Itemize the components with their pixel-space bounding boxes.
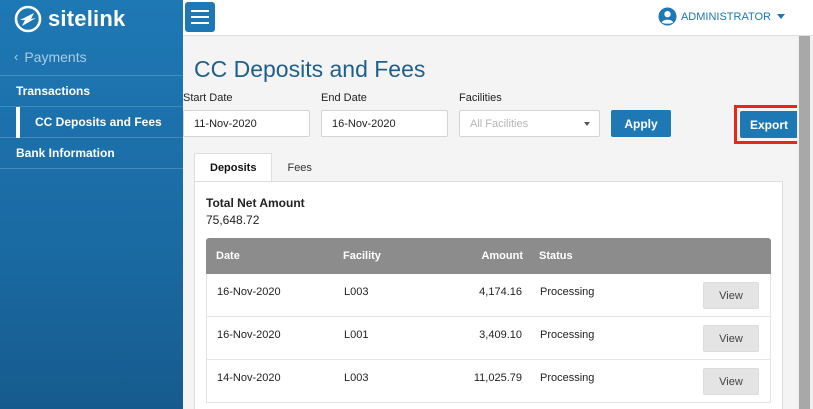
cell-facility: L003	[344, 286, 369, 298]
sidebar-item-label: Transactions	[16, 84, 91, 98]
sitelink-logo-icon	[14, 5, 42, 33]
start-date-input[interactable]: 11-Nov-2020	[183, 110, 310, 137]
facilities-select[interactable]: All Facilities	[459, 110, 600, 137]
apply-button[interactable]: Apply	[611, 110, 671, 137]
brand-name: sitelink	[48, 6, 126, 31]
cell-facility: L003	[344, 372, 369, 384]
deposits-table: Date Facility Amount Status 16-Nov-2020 …	[206, 238, 771, 403]
end-date-value: 16-Nov-2020	[332, 117, 396, 130]
start-date-value: 11-Nov-2020	[194, 117, 257, 130]
export-button[interactable]: Export	[740, 111, 798, 138]
sidebar: sitelink ‹ Payments Transactions CC Depo…	[0, 0, 183, 409]
vertical-scrollbar[interactable]	[797, 36, 813, 409]
end-date-input[interactable]: 16-Nov-2020	[321, 110, 448, 137]
total-net-amount-label: Total Net Amount	[206, 196, 305, 210]
cell-amount: 11,025.79	[473, 372, 522, 384]
cell-date: 16-Nov-2020	[217, 286, 281, 298]
deposits-panel: Total Net Amount 75,648.72 Date Facility…	[194, 181, 783, 409]
cell-facility: L001	[344, 329, 369, 341]
table-row: 16-Nov-2020 L003 4,174.16 Processing Vie…	[206, 274, 771, 317]
sidebar-back-label: Payments	[24, 48, 87, 65]
tab-deposits[interactable]: Deposits	[194, 153, 273, 182]
user-avatar-icon	[658, 7, 677, 26]
table-header: Date Facility Amount Status	[206, 238, 771, 274]
header-amount[interactable]: Amount	[481, 238, 523, 274]
cell-date: 14-Nov-2020	[217, 372, 281, 384]
tab-bar: Deposits Fees	[194, 153, 327, 182]
facilities-placeholder: All Facilities	[470, 117, 529, 130]
menu-toggle-button[interactable]	[185, 2, 215, 32]
sidebar-item-label: Bank Information	[16, 146, 115, 160]
hamburger-icon	[191, 10, 209, 12]
cell-status: Processing	[540, 286, 595, 298]
start-date-label: Start Date	[183, 92, 233, 104]
scrollbar-thumb[interactable]	[799, 36, 810, 409]
tab-fees[interactable]: Fees	[272, 153, 326, 182]
sidebar-item-cc-deposits-and-fees[interactable]: CC Deposits and Fees	[0, 107, 183, 138]
top-bar: ADMINISTRATOR	[183, 0, 813, 36]
sidebar-back-payments[interactable]: ‹ Payments	[0, 38, 183, 76]
header-date[interactable]: Date	[216, 238, 240, 274]
table-row: 14-Nov-2020 L003 11,025.79 Processing Vi…	[206, 360, 771, 403]
cell-amount: 4,174.16	[479, 286, 522, 298]
sidebar-item-bank-information[interactable]: Bank Information	[0, 138, 183, 169]
facilities-label: Facilities	[459, 92, 502, 104]
sidebar-item-transactions[interactable]: Transactions	[0, 76, 183, 107]
cell-amount: 3,409.10	[479, 329, 522, 341]
table-row: 16-Nov-2020 L001 3,409.10 Processing Vie…	[206, 317, 771, 360]
caret-down-icon	[777, 14, 785, 19]
header-status[interactable]: Status	[539, 238, 573, 274]
view-button[interactable]: View	[703, 368, 759, 395]
total-net-amount-value: 75,648.72	[206, 213, 260, 227]
sidebar-item-label: CC Deposits and Fees	[35, 115, 162, 129]
cell-status: Processing	[540, 372, 595, 384]
cell-date: 16-Nov-2020	[217, 329, 281, 341]
view-button[interactable]: View	[703, 282, 759, 309]
user-name: ADMINISTRATOR	[680, 10, 771, 23]
caret-down-icon	[584, 122, 590, 126]
page-title: CC Deposits and Fees	[194, 56, 426, 82]
user-menu[interactable]: ADMINISTRATOR	[658, 7, 785, 26]
end-date-label: End Date	[321, 92, 367, 104]
main-content: CC Deposits and Fees Start Date 11-Nov-2…	[183, 36, 804, 409]
cell-status: Processing	[540, 329, 595, 341]
brand-logo[interactable]: sitelink	[0, 0, 183, 38]
header-facility[interactable]: Facility	[343, 238, 381, 274]
view-button[interactable]: View	[703, 325, 759, 352]
chevron-left-icon: ‹	[14, 49, 19, 64]
